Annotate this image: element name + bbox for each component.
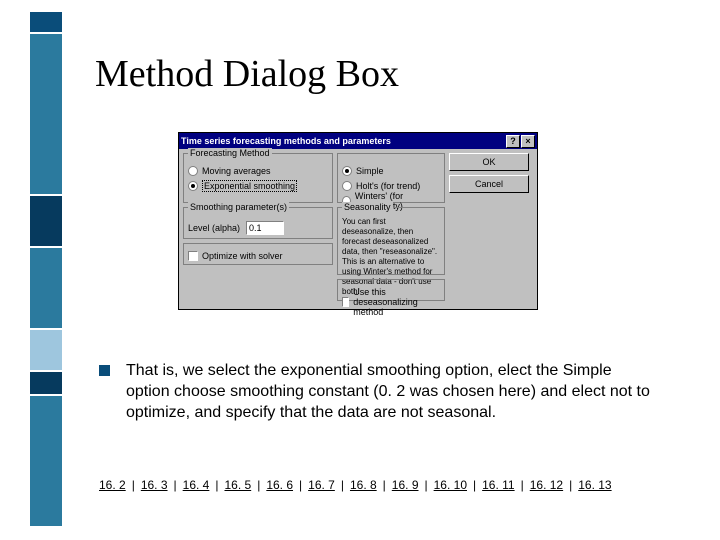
slide-title: Method Dialog Box	[95, 52, 399, 96]
footer-link[interactable]: 16. 12	[530, 478, 563, 492]
footer-sep: |	[132, 478, 135, 492]
seasonality-group: Seasonality You can first deseasonalize,…	[337, 207, 445, 275]
simple-radio[interactable]	[342, 166, 352, 176]
smoothing-type-group: Simple Holt's (for trend) Winters' (for …	[337, 153, 445, 203]
dialog-title: Time series forecasting methods and para…	[181, 136, 505, 146]
footer-link[interactable]: 16. 11	[482, 478, 514, 492]
level-alpha-input[interactable]: 0.1	[246, 221, 284, 235]
footer-sep: |	[341, 478, 344, 492]
bullet-icon	[99, 365, 110, 376]
deseasonalize-checkbox[interactable]	[342, 297, 349, 307]
footer-link[interactable]: 16. 6	[266, 478, 293, 492]
footer-link[interactable]: 16. 3	[141, 478, 168, 492]
close-button[interactable]: ×	[521, 135, 535, 148]
seasonality-legend: Seasonality	[342, 202, 393, 212]
footer-sep: |	[174, 478, 177, 492]
slide-decoration	[30, 12, 62, 522]
optimize-checkbox[interactable]	[188, 251, 198, 261]
level-alpha-label: Level (alpha)	[188, 223, 240, 233]
forecasting-method-legend: Forecasting Method	[188, 148, 272, 158]
optimize-group: Optimize with solver	[183, 243, 333, 265]
holts-label: Holt's (for trend)	[356, 181, 420, 191]
moving-averages-radio[interactable]	[188, 166, 198, 176]
footer-sep: |	[521, 478, 524, 492]
ok-button[interactable]: OK	[449, 153, 529, 171]
footer-link[interactable]: 16. 4	[183, 478, 210, 492]
footer-nav: 16. 2 | 16. 3 | 16. 4 | 16. 5 | 16. 6 | 16. 7 | 16. …	[99, 478, 612, 492]
footer-sep: |	[569, 478, 572, 492]
simple-label: Simple	[356, 166, 384, 176]
footer-link[interactable]: 16. 9	[392, 478, 419, 492]
footer-sep: |	[473, 478, 476, 492]
footer-link[interactable]: 16. 5	[224, 478, 251, 492]
cancel-button[interactable]: Cancel	[449, 175, 529, 193]
footer-sep: |	[383, 478, 386, 492]
deseasonalize-group: Use this deseasonalizing method	[337, 279, 445, 301]
exponential-smoothing-radio[interactable]	[188, 181, 198, 191]
moving-averages-label: Moving averages	[202, 166, 271, 176]
footer-sep: |	[425, 478, 428, 492]
footer-link[interactable]: 16. 7	[308, 478, 335, 492]
optimize-label: Optimize with solver	[202, 251, 283, 261]
dialog-titlebar: Time series forecasting methods and para…	[179, 133, 537, 149]
smoothing-params-legend: Smoothing parameter(s)	[188, 202, 289, 212]
help-button[interactable]: ?	[506, 135, 520, 148]
bullet-text: That is, we select the exponential smoot…	[126, 360, 659, 423]
exponential-smoothing-label: Exponential smoothing	[202, 180, 297, 192]
bullet-item: That is, we select the exponential smoot…	[99, 360, 659, 423]
footer-sep: |	[257, 478, 260, 492]
footer-link[interactable]: 16. 8	[350, 478, 377, 492]
forecasting-method-group: Forecasting Method Moving averages Expon…	[183, 153, 333, 203]
smoothing-params-group: Smoothing parameter(s) Level (alpha) 0.1	[183, 207, 333, 239]
footer-sep: |	[215, 478, 218, 492]
method-dialog: Time series forecasting methods and para…	[178, 132, 538, 310]
holts-radio[interactable]	[342, 181, 352, 191]
footer-sep: |	[299, 478, 302, 492]
deseasonalize-label: Use this deseasonalizing method	[353, 287, 440, 317]
footer-link[interactable]: 16. 13	[578, 478, 611, 492]
footer-link[interactable]: 16. 2	[99, 478, 126, 492]
footer-link[interactable]: 16. 10	[434, 478, 467, 492]
